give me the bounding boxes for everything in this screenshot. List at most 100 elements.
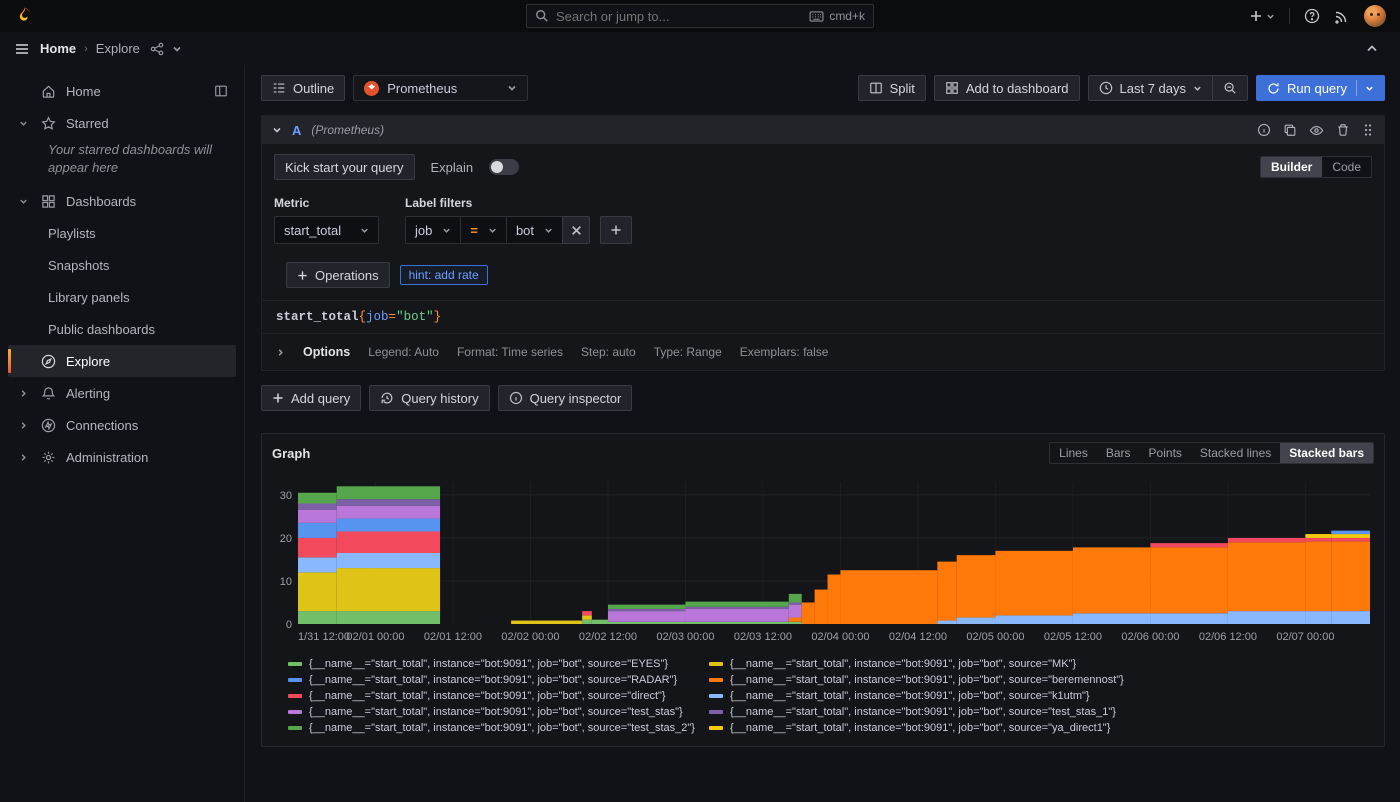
- grafana-logo-icon[interactable]: [14, 6, 34, 26]
- trash-icon[interactable]: [1336, 123, 1350, 137]
- query-row-header[interactable]: A (Prometheus): [262, 116, 1384, 144]
- metric-select[interactable]: start_total: [274, 216, 379, 244]
- bar-segment-beremennost[interactable]: [1150, 547, 1227, 613]
- collapse-section-icon[interactable]: [1366, 43, 1386, 55]
- bar-segment-k1utm[interactable]: [1331, 611, 1370, 624]
- code-tab[interactable]: Code: [1322, 157, 1371, 177]
- dock-sidebar-icon[interactable]: [214, 84, 228, 98]
- bar-segment-MK[interactable]: [511, 621, 582, 624]
- legend-item-test_stas_1[interactable]: {__name__="start_total", instance="bot:9…: [709, 706, 1124, 718]
- graph-mode-lines[interactable]: Lines: [1050, 443, 1097, 463]
- menu-icon[interactable]: [14, 41, 30, 57]
- hint-add-rate-button[interactable]: hint: add rate: [400, 265, 488, 285]
- add-query-button[interactable]: Add query: [261, 385, 361, 411]
- builder-tab[interactable]: Builder: [1261, 157, 1322, 177]
- bar-segment-MK[interactable]: [337, 568, 440, 611]
- legend-item-test_stas[interactable]: {__name__="start_total", instance="bot:9…: [288, 706, 695, 718]
- bar-segment-test_stas_2[interactable]: [608, 605, 685, 609]
- global-search[interactable]: cmd+k: [526, 4, 874, 28]
- bar-segment-test_stas_2[interactable]: [685, 602, 788, 607]
- bar-segment-k1utm[interactable]: [1228, 611, 1305, 624]
- bar-segment-EYES[interactable]: [789, 622, 802, 624]
- bar-segment-ya_direct1[interactable]: [1305, 534, 1331, 538]
- chevron-right-icon[interactable]: [276, 348, 285, 357]
- bar-segment-EYES[interactable]: [298, 611, 337, 624]
- stacked-bar-chart[interactable]: 01020301/31 12:0002/01 00:0002/01 12:000…: [262, 468, 1384, 650]
- sidebar-item-snapshots[interactable]: Snapshots: [8, 249, 236, 281]
- bar-segment-beremennost[interactable]: [840, 570, 937, 624]
- bar-segment-direct[interactable]: [1331, 538, 1370, 541]
- new-button[interactable]: [1249, 9, 1275, 23]
- filter-op-select[interactable]: =: [460, 216, 506, 244]
- datasource-picker[interactable]: Prometheus: [353, 75, 528, 101]
- legend-item-EYES[interactable]: {__name__="start_total", instance="bot:9…: [288, 658, 695, 670]
- bar-segment-MK[interactable]: [298, 572, 337, 611]
- bar-segment-beremennost[interactable]: [815, 590, 828, 624]
- run-query-button[interactable]: Run query: [1256, 75, 1385, 101]
- legend-item-beremennost[interactable]: {__name__="start_total", instance="bot:9…: [709, 674, 1124, 686]
- legend-item-test_stas_2[interactable]: {__name__="start_total", instance="bot:9…: [288, 722, 695, 734]
- bar-segment-RADAR[interactable]: [1331, 531, 1370, 534]
- bar-segment-EYES[interactable]: [608, 622, 685, 624]
- legend-item-direct[interactable]: {__name__="start_total", instance="bot:9…: [288, 690, 695, 702]
- news-icon[interactable]: [1334, 8, 1350, 24]
- add-to-dashboard-button[interactable]: Add to dashboard: [934, 75, 1080, 101]
- bar-segment-k1utm[interactable]: [995, 615, 1072, 624]
- bar-segment-beremennost[interactable]: [828, 575, 841, 624]
- user-avatar[interactable]: [1364, 5, 1386, 27]
- sidebar-item-home[interactable]: Home: [8, 75, 236, 107]
- kick-start-button[interactable]: Kick start your query: [274, 154, 415, 180]
- outline-button[interactable]: Outline: [261, 75, 345, 101]
- copy-icon[interactable]: [1283, 123, 1297, 137]
- bar-segment-direct[interactable]: [1305, 538, 1331, 541]
- graph-mode-stacked-bars[interactable]: Stacked bars: [1280, 443, 1373, 463]
- legend-item-ya_direct1[interactable]: {__name__="start_total", instance="bot:9…: [709, 722, 1124, 734]
- query-inspector-button[interactable]: Query inspector: [498, 385, 633, 411]
- chevron-right-icon[interactable]: [16, 389, 30, 398]
- bar-segment-beremennost[interactable]: [1073, 547, 1150, 613]
- bar-segment-test_stas_2[interactable]: [337, 486, 440, 499]
- bar-segment-EYES[interactable]: [582, 620, 592, 624]
- bar-segment-beremennost[interactable]: [802, 602, 815, 624]
- sidebar-item-public-dashboards[interactable]: Public dashboards: [8, 313, 236, 345]
- graph-mode-bars[interactable]: Bars: [1097, 443, 1140, 463]
- bar-segment-k1utm[interactable]: [1305, 611, 1331, 624]
- share-icon[interactable]: [150, 42, 164, 56]
- bar-segment-EYES[interactable]: [685, 622, 788, 624]
- chevron-down-icon[interactable]: [16, 197, 30, 206]
- legend-item-MK[interactable]: {__name__="start_total", instance="bot:9…: [709, 658, 1124, 670]
- eye-icon[interactable]: [1309, 123, 1324, 138]
- bar-segment-beremennost[interactable]: [789, 618, 802, 622]
- sidebar-item-playlists[interactable]: Playlists: [8, 217, 236, 249]
- sidebar-item-administration[interactable]: Administration: [8, 441, 236, 473]
- sidebar-item-starred[interactable]: Starred: [8, 107, 236, 139]
- chevron-down-icon[interactable]: [272, 125, 282, 135]
- sidebar-item-library-panels[interactable]: Library panels: [8, 281, 236, 313]
- bar-segment-beremennost[interactable]: [957, 555, 996, 617]
- zoom-out-time-button[interactable]: [1213, 75, 1248, 101]
- bar-segment-test_stas_1[interactable]: [337, 499, 440, 505]
- search-input[interactable]: [556, 9, 802, 24]
- bar-segment-MK[interactable]: [582, 615, 592, 619]
- sidebar-item-connections[interactable]: Connections: [8, 409, 236, 441]
- breadcrumb-current[interactable]: Explore: [96, 41, 140, 56]
- bar-segment-test_stas[interactable]: [685, 609, 788, 622]
- bar-segment-EYES[interactable]: [592, 620, 608, 624]
- bar-segment-RADAR[interactable]: [337, 519, 440, 532]
- query-history-button[interactable]: Query history: [369, 385, 489, 411]
- sidebar-item-explore[interactable]: Explore: [8, 345, 236, 377]
- chevron-down-icon[interactable]: [1356, 80, 1374, 96]
- bar-segment-RADAR[interactable]: [298, 523, 337, 538]
- breadcrumb-home[interactable]: Home: [40, 41, 76, 56]
- bar-segment-test_stas_2[interactable]: [789, 594, 802, 603]
- bar-segment-k1utm[interactable]: [298, 557, 337, 572]
- graph-mode-points[interactable]: Points: [1140, 443, 1191, 463]
- remove-filter-button[interactable]: [562, 216, 590, 244]
- bar-segment-EYES[interactable]: [337, 611, 440, 624]
- bar-segment-k1utm[interactable]: [937, 621, 956, 624]
- bar-segment-test_stas_1[interactable]: [608, 609, 685, 611]
- bar-segment-test_stas_1[interactable]: [789, 602, 802, 604]
- split-button[interactable]: Split: [858, 75, 926, 101]
- bar-segment-test_stas[interactable]: [337, 506, 440, 519]
- time-range-picker[interactable]: Last 7 days: [1088, 75, 1214, 101]
